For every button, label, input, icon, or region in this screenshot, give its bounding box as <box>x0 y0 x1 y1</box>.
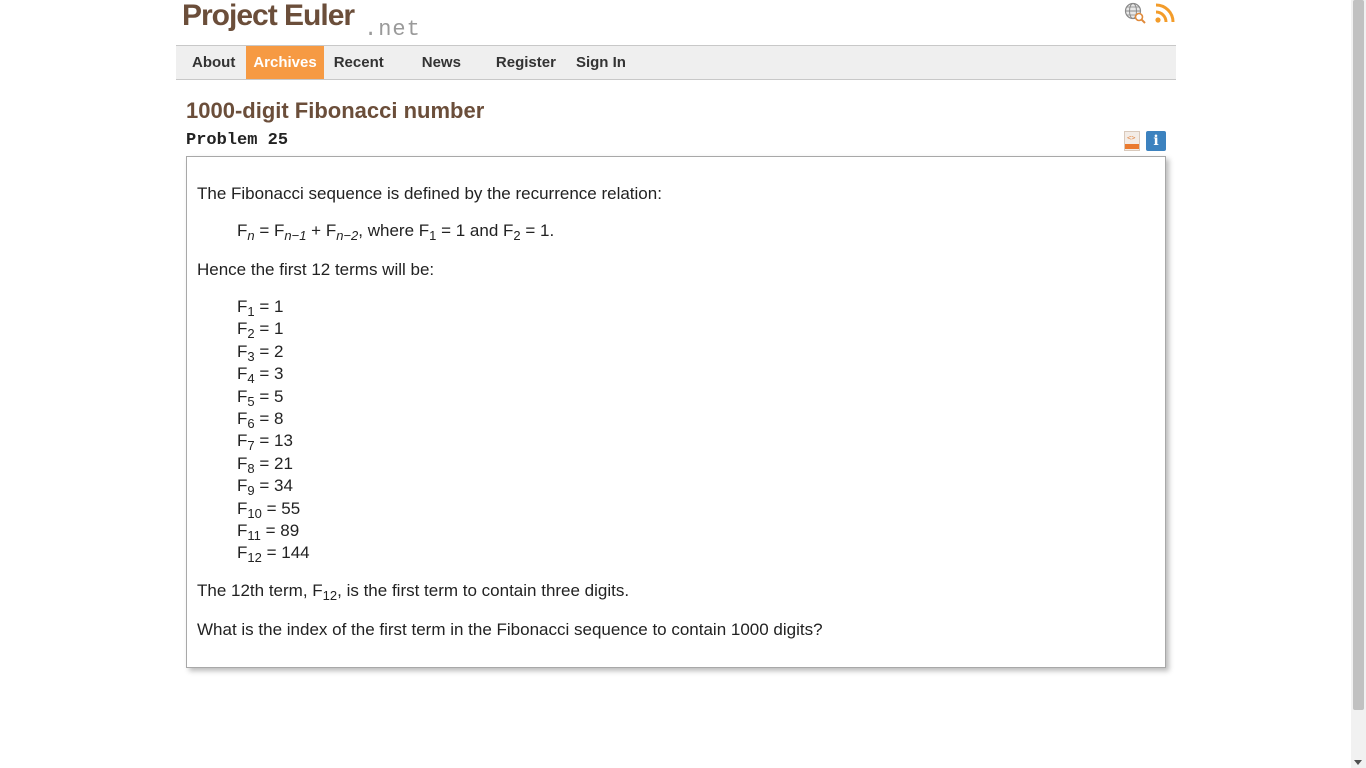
info-icon[interactable]: i <box>1146 131 1166 151</box>
main-nav: About Archives Recent News Register Sign… <box>176 45 1176 80</box>
html-icon[interactable]: <> <box>1124 131 1140 151</box>
header-icons <box>1124 2 1176 24</box>
scrollbar-thumb[interactable] <box>1353 0 1364 710</box>
term-item: F7 = 13 <box>237 431 293 454</box>
nav-archives[interactable]: Archives <box>246 46 324 79</box>
term-item: F5 = 5 <box>237 386 284 409</box>
term-item: F11 = 89 <box>237 520 300 543</box>
problem-icons: <> i <box>1124 131 1166 151</box>
nav-sign-in[interactable]: Sign In <box>566 46 636 79</box>
rss-icon[interactable] <box>1154 2 1176 24</box>
term-item: F3 = 2 <box>237 341 284 364</box>
globe-search-icon[interactable] <box>1124 2 1146 24</box>
problem-hence: Hence the first 12 terms will be: <box>197 260 435 279</box>
nav-register[interactable]: Register <box>486 46 566 79</box>
term-item: F2 = 1 <box>237 319 284 342</box>
logo-suffix: .net <box>364 17 421 42</box>
nav-news[interactable]: News <box>412 46 486 79</box>
term-item: F4 = 3 <box>237 364 284 387</box>
vertical-scrollbar[interactable] <box>1351 0 1366 768</box>
recurrence-formula: Fn = Fn−1 + Fn−2, where F1 = 1 and F2 = … <box>237 221 555 243</box>
terms-list: F1 = 1 F2 = 1 F3 = 2 F4 = 3 F5 = 5 F6 = 8 F7 =… <box>237 296 310 565</box>
problem-question: What is the index of the first term in t… <box>197 620 823 639</box>
term-item: F12 = 144 <box>237 543 310 566</box>
nav-about[interactable]: About <box>182 46 246 79</box>
problem-number: Problem 25 <box>186 131 289 150</box>
page-title: 1000-digit Fibonacci number <box>186 98 485 123</box>
problem-twelfth-term: The 12th term, F12, is the first term to… <box>197 581 630 603</box>
problem-content: The Fibonacci sequence is defined by the… <box>186 156 1166 668</box>
term-item: F6 = 8 <box>237 408 284 431</box>
logo-text: Project Euler <box>182 0 355 32</box>
term-item: F8 = 21 <box>237 453 293 476</box>
nav-recent[interactable]: Recent <box>324 46 412 79</box>
scroll-down-arrow-icon[interactable] <box>1354 760 1362 765</box>
term-item: F9 = 34 <box>237 476 293 499</box>
problem-intro: The Fibonacci sequence is defined by the… <box>197 184 662 203</box>
term-item: F10 = 55 <box>237 498 301 521</box>
term-item: F1 = 1 <box>237 297 284 319</box>
